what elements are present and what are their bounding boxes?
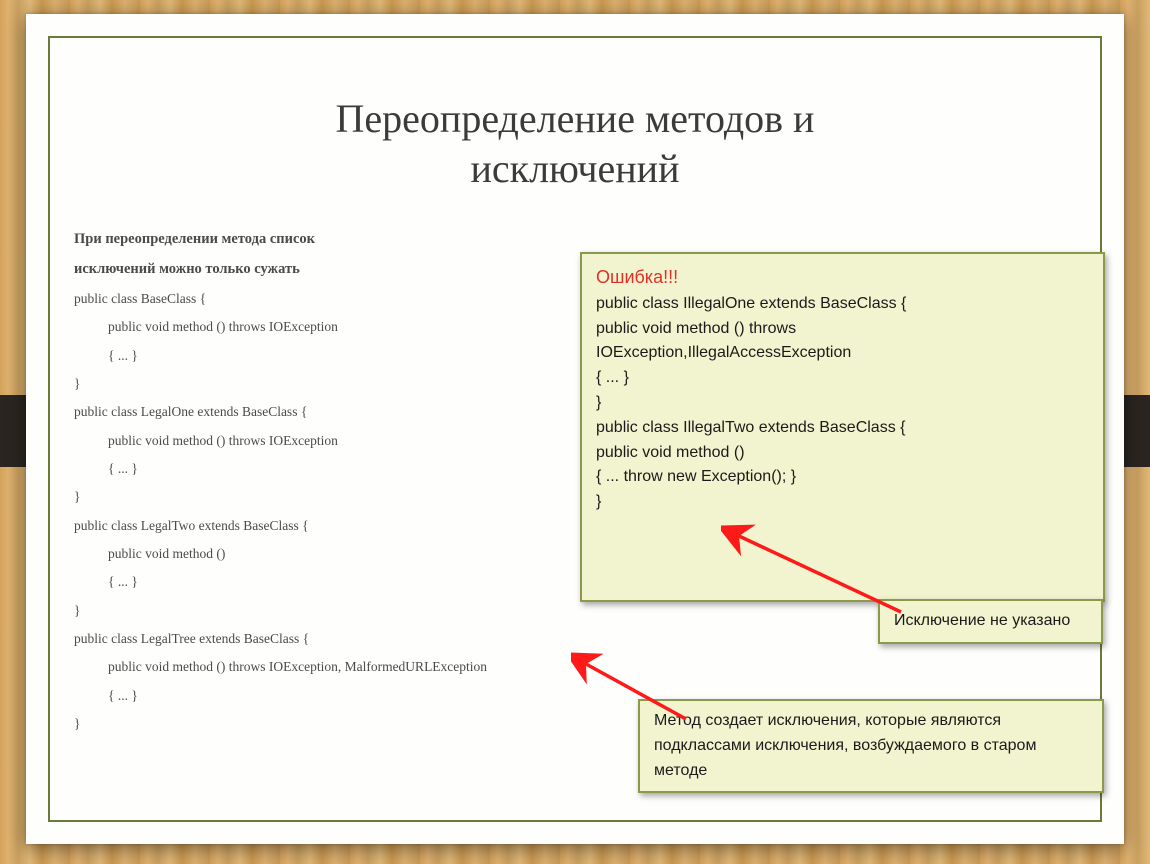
code-line: public void method () throws IOException… <box>74 653 634 681</box>
intro-line-1: При переопределении метода список <box>74 224 634 254</box>
code-line: public class IllegalTwo extends BaseClas… <box>596 416 1089 441</box>
code-line: { ... } <box>74 342 634 370</box>
code-line: public void method () throws IOException <box>74 313 634 341</box>
code-line: } <box>74 370 634 398</box>
code-line: public class LegalOne extends BaseClass … <box>74 398 634 426</box>
code-line: { ... } <box>74 568 634 596</box>
code-line: public void method () <box>74 540 634 568</box>
code-line: IOException,IllegalAccessException <box>596 341 1089 366</box>
code-line: { ... } <box>74 455 634 483</box>
code-line: public class LegalTwo extends BaseClass … <box>74 512 634 540</box>
intro-line-2: исключений можно только сужать <box>74 254 634 284</box>
code-line: public void method () <box>596 441 1089 466</box>
note-callout-2: Метод создает исключения, которые являют… <box>638 699 1104 793</box>
code-line: } <box>596 490 1089 515</box>
code-line: { ... throw new Exception(); } <box>596 465 1089 490</box>
code-line: } <box>74 483 634 511</box>
note-text-1: Исключение не указано <box>894 612 1070 629</box>
code-line: public class IllegalOne extends BaseClas… <box>596 292 1089 317</box>
code-line: } <box>596 391 1089 416</box>
note-text-2: Метод создает исключения, которые являют… <box>654 712 1036 779</box>
code-line: public void method () throws <box>596 317 1089 342</box>
title-line-1: Переопределение методов и <box>336 96 815 141</box>
note-callout-1: Исключение не указано <box>878 599 1103 644</box>
code-line: public void method () throws IOException <box>74 427 634 455</box>
slide-frame: Переопределение методов и исключений При… <box>26 14 1124 844</box>
title-line-2: исключений <box>470 146 679 191</box>
error-callout: Ошибка!!! public class IllegalOne extend… <box>580 252 1105 602</box>
code-line: public class LegalTree extends BaseClass… <box>74 625 634 653</box>
code-line: { ... } <box>74 682 634 710</box>
slide-title: Переопределение методов и исключений <box>26 94 1124 194</box>
left-code-column: При переопределении метода список исключ… <box>74 224 634 738</box>
code-line: { ... } <box>596 366 1089 391</box>
code-line: } <box>74 597 634 625</box>
code-line: public class BaseClass { <box>74 285 634 313</box>
code-line: } <box>74 710 634 738</box>
error-heading: Ошибка!!! <box>596 264 1089 292</box>
